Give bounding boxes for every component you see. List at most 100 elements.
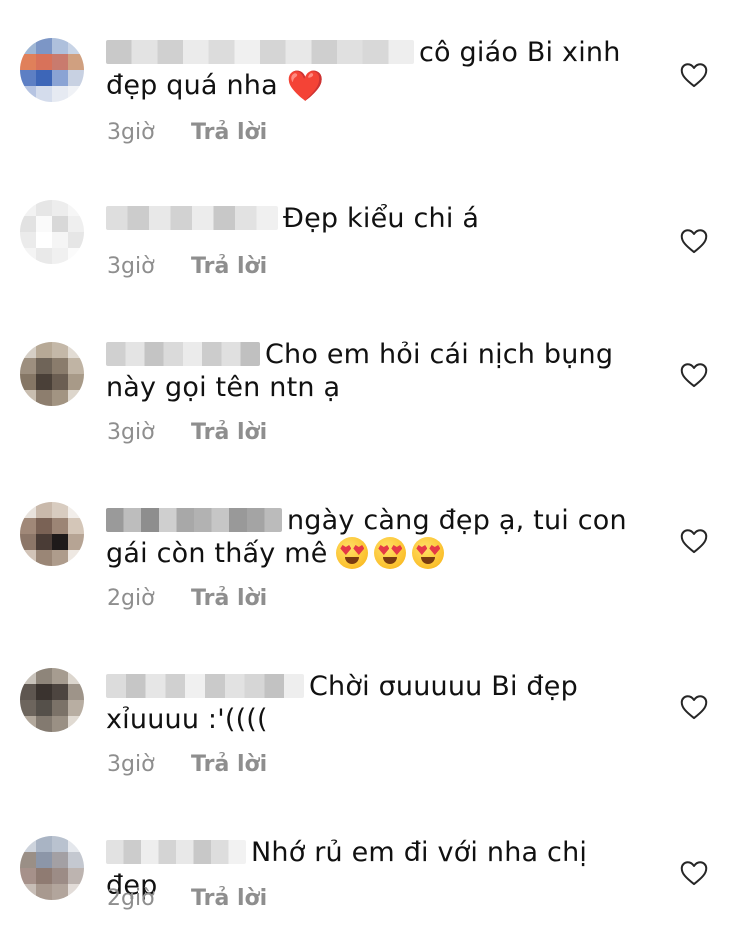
avatar-pixel	[68, 884, 84, 900]
comment-text: Đẹp kiểu chi á	[106, 202, 646, 235]
avatar-pixel	[20, 502, 36, 518]
comment-meta: 3giờ Trả lời	[107, 254, 267, 280]
avatar-pixel	[52, 342, 68, 358]
reply-button[interactable]: Trả lời	[191, 420, 267, 445]
avatar-pixel	[20, 54, 36, 70]
avatar-pixel	[52, 852, 68, 868]
avatar-pixel	[52, 502, 68, 518]
avatar-pixel	[20, 700, 36, 716]
comment-meta: 3giờ Trả lời	[107, 752, 267, 778]
avatar-pixel	[20, 358, 36, 374]
avatar-pixel	[68, 502, 84, 518]
avatar-pixel	[52, 716, 68, 732]
heart-icon[interactable]	[680, 860, 708, 886]
avatar-pixel	[68, 374, 84, 390]
username[interactable]	[106, 673, 304, 698]
avatar-pixel	[36, 518, 52, 534]
avatar-pixel	[68, 390, 84, 406]
avatar-pixel	[36, 884, 52, 900]
avatar-pixel	[68, 70, 84, 86]
comment-meta: 2giờ Trả lời	[107, 886, 267, 912]
avatar-pixel	[36, 534, 52, 550]
comment-text: Chời σuuuuu Bi đẹp xỉuuuu :'((((	[106, 670, 646, 736]
avatar-pixel	[52, 518, 68, 534]
avatar-pixel	[36, 38, 52, 54]
comment-text: ngày càng đẹp ạ, tui con gái còn thấy mê…	[106, 504, 646, 570]
avatar-pixel	[68, 342, 84, 358]
heart-icon[interactable]	[680, 362, 708, 388]
avatar-pixel	[20, 518, 36, 534]
reply-button[interactable]: Trả lời	[191, 752, 267, 777]
avatar[interactable]	[20, 502, 84, 566]
comment-time: 2giờ	[107, 886, 155, 911]
avatar[interactable]	[20, 342, 84, 406]
avatar-pixel	[36, 668, 52, 684]
username[interactable]	[106, 341, 260, 366]
reply-button[interactable]: Trả lời	[191, 254, 267, 279]
comment-time: 3giờ	[107, 752, 155, 777]
avatar-pixel	[52, 550, 68, 566]
avatar-pixel	[68, 836, 84, 852]
avatar-pixel	[36, 248, 52, 264]
avatar-pixel	[36, 700, 52, 716]
avatar-pixel	[20, 668, 36, 684]
heart-icon[interactable]	[680, 228, 708, 254]
avatar-pixel	[52, 86, 68, 102]
comment-meta: 3giờ Trả lời	[107, 120, 267, 146]
avatar-pixel	[20, 200, 36, 216]
avatar-pixel	[20, 884, 36, 900]
username[interactable]	[106, 39, 414, 64]
avatar-pixel	[52, 54, 68, 70]
reply-button[interactable]: Trả lời	[191, 586, 267, 611]
avatar-pixel	[36, 684, 52, 700]
avatar-pixel	[20, 868, 36, 884]
avatar-pixel	[68, 700, 84, 716]
heart-eyes-icon	[412, 537, 445, 569]
avatar-pixel	[68, 38, 84, 54]
reply-button[interactable]: Trả lời	[191, 120, 267, 145]
avatar-pixel	[68, 852, 84, 868]
avatar-pixel	[52, 216, 68, 232]
heart-icon[interactable]	[680, 62, 708, 88]
avatar-pixel	[52, 534, 68, 550]
username[interactable]	[106, 205, 278, 230]
comment-time: 2giờ	[107, 586, 155, 611]
avatar-pixel	[68, 54, 84, 70]
avatar-pixel	[68, 86, 84, 102]
avatar-pixel	[20, 716, 36, 732]
avatar-pixel	[20, 70, 36, 86]
username[interactable]	[106, 507, 282, 532]
avatar[interactable]	[20, 668, 84, 732]
heart-icon[interactable]	[680, 694, 708, 720]
avatar-pixel	[68, 550, 84, 566]
avatar-pixel	[20, 836, 36, 852]
avatar[interactable]	[20, 200, 84, 264]
avatar-pixel	[68, 684, 84, 700]
comment-time: 3giờ	[107, 420, 155, 445]
avatar-pixel	[36, 852, 52, 868]
avatar-pixel	[20, 684, 36, 700]
avatar-pixel	[68, 216, 84, 232]
avatar-pixel	[52, 700, 68, 716]
avatar-pixel	[20, 550, 36, 566]
heart-icon[interactable]	[680, 528, 708, 554]
username[interactable]	[106, 839, 246, 864]
avatar-pixel	[36, 390, 52, 406]
avatar[interactable]	[20, 836, 84, 900]
avatar-pixel	[20, 86, 36, 102]
avatar-pixel	[52, 38, 68, 54]
avatar-pixel	[52, 374, 68, 390]
avatar[interactable]	[20, 38, 84, 102]
avatar-pixel	[52, 248, 68, 264]
reply-button[interactable]: Trả lời	[191, 886, 267, 911]
avatar-pixel	[52, 70, 68, 86]
comment-text: cô giáo Bi xinh đẹp quá nha ❤️	[106, 36, 646, 103]
avatar-pixel	[52, 232, 68, 248]
avatar-pixel	[68, 868, 84, 884]
avatar-pixel	[36, 836, 52, 852]
avatar-pixel	[20, 216, 36, 232]
avatar-pixel	[68, 534, 84, 550]
avatar-pixel	[20, 248, 36, 264]
avatar-pixel	[68, 232, 84, 248]
avatar-pixel	[20, 38, 36, 54]
